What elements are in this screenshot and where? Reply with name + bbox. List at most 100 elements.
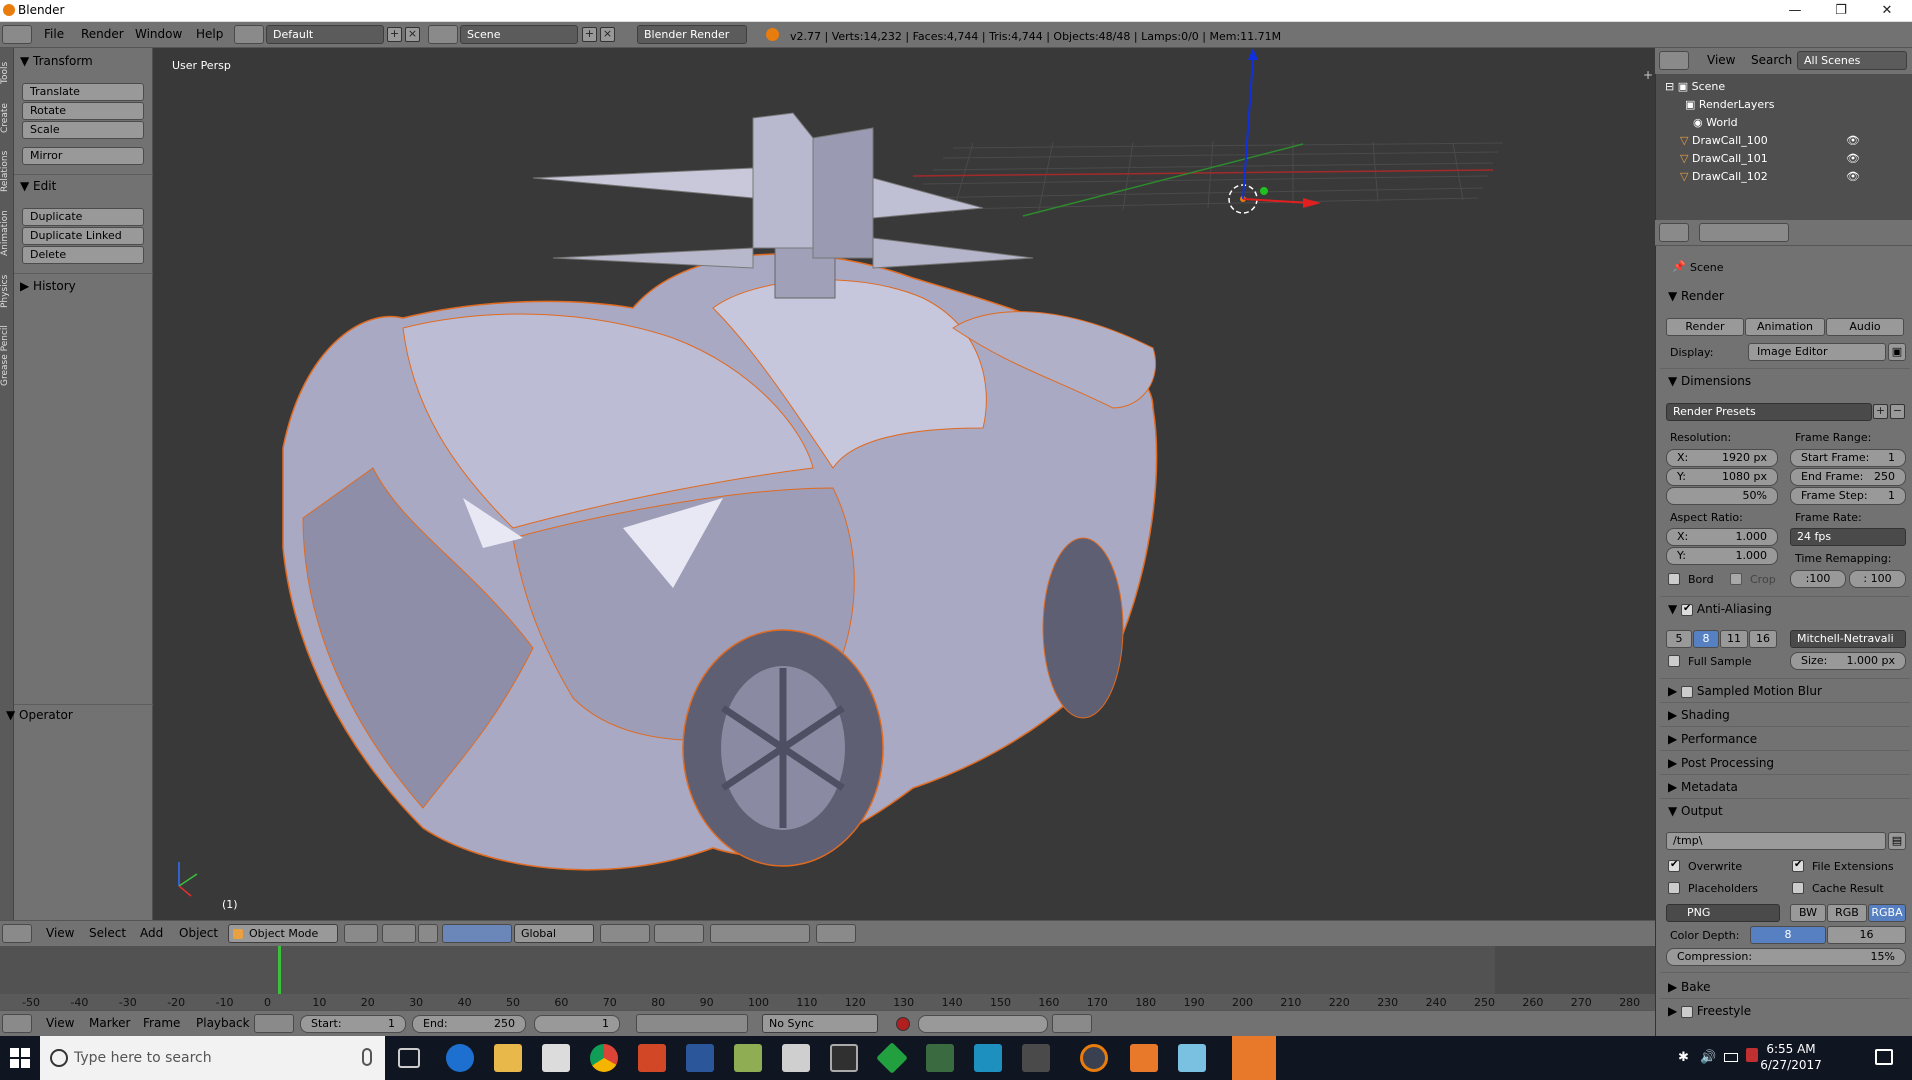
editor-type-3d-icon[interactable] <box>2 924 32 943</box>
transform-panel-header[interactable]: ▼ Transform <box>20 54 93 68</box>
keyframe-insert-icon[interactable] <box>1052 1014 1092 1033</box>
browse-folder-icon[interactable]: ▤ <box>1888 832 1906 850</box>
tab-relations[interactable]: Relations <box>0 144 14 198</box>
cache-result-checkbox[interactable] <box>1792 882 1804 894</box>
app-icon-4[interactable] <box>926 1044 954 1072</box>
remove-preset-icon[interactable]: − <box>1890 404 1905 419</box>
remove-scene-icon[interactable]: × <box>600 27 615 42</box>
menu-render[interactable]: Render <box>81 27 124 41</box>
file-format-select[interactable]: PNG <box>1666 904 1780 922</box>
taskbar-clock[interactable]: 6:55 AM 6/27/2017 <box>1756 1041 1826 1073</box>
remap-new-field[interactable]: : 100 <box>1849 570 1906 588</box>
close-icon[interactable]: ✕ <box>1864 0 1910 22</box>
editor-type-properties-icon[interactable] <box>1659 223 1689 242</box>
visibility-eye-icon[interactable]: 👁 <box>1846 168 1860 186</box>
app-icon-7[interactable] <box>1130 1044 1158 1072</box>
volume-icon[interactable]: 🔊 <box>1700 1050 1716 1065</box>
color-rgb-button[interactable]: RGB <box>1827 904 1867 922</box>
outliner-item-scene[interactable]: ⊟ ▣ Scene <box>1665 78 1910 96</box>
windows-start-icon[interactable] <box>10 1048 30 1068</box>
app-icon-8[interactable] <box>1178 1044 1206 1072</box>
outliner-item-drawcall-102[interactable]: ▽ DrawCall_102 👁 <box>1680 168 1912 186</box>
operator-panel-header[interactable]: ▼ Operator <box>6 708 73 722</box>
crop-checkbox[interactable] <box>1730 573 1742 585</box>
overwrite-checkbox[interactable] <box>1668 859 1680 872</box>
app-icon-6[interactable] <box>1022 1044 1050 1072</box>
outliner-filter-select[interactable]: All Scenes <box>1797 51 1907 70</box>
visibility-eye-icon[interactable]: 👁 <box>1846 132 1860 150</box>
editor-type-timeline-icon[interactable] <box>2 1014 32 1033</box>
color-depth-8[interactable]: 8 <box>1750 926 1826 944</box>
tab-physics[interactable]: Physics <box>0 268 14 314</box>
duplicate-linked-button[interactable]: Duplicate Linked <box>22 227 144 245</box>
pivot-point-icon[interactable] <box>382 924 416 943</box>
3d-viewport[interactable]: + <box>153 48 1655 920</box>
add-preset-icon[interactable]: + <box>1873 404 1888 419</box>
tab-create[interactable]: Create <box>0 96 14 140</box>
app-icon[interactable] <box>782 1044 810 1072</box>
scene-icon[interactable] <box>428 25 458 44</box>
frame-step-prop[interactable]: Frame Step: 1 <box>1790 487 1906 505</box>
color-rgba-button[interactable]: RGBA <box>1868 904 1906 922</box>
file-extensions-checkbox[interactable] <box>1792 859 1804 872</box>
layer-buttons-2-icon[interactable] <box>654 924 704 943</box>
chrome-icon[interactable] <box>590 1044 618 1072</box>
layer-buttons-icon[interactable] <box>600 924 650 943</box>
expand-properties-icon[interactable]: + <box>1643 68 1653 82</box>
menu-view[interactable]: View <box>46 926 74 940</box>
bluetooth-icon[interactable]: ✱ <box>1678 1050 1689 1065</box>
keying-set-field[interactable] <box>918 1015 1048 1033</box>
snap-tools-icon[interactable] <box>710 924 810 943</box>
output-path-field[interactable]: /tmp\ <box>1666 832 1886 850</box>
remap-old-field[interactable]: :100 <box>1790 570 1846 588</box>
outliner-item-world[interactable]: ◉ World <box>1693 114 1912 132</box>
freestyle-panel-header[interactable]: ▶ Freestyle <box>1668 1004 1751 1018</box>
taskbar-search-input[interactable]: Type here to search <box>40 1036 385 1080</box>
context-tabs-icons[interactable] <box>1699 223 1789 242</box>
outliner-item-drawcall-100[interactable]: ▽ DrawCall_100 👁 <box>1680 132 1912 150</box>
restore-icon[interactable]: ❐ <box>1818 0 1864 22</box>
resolution-percent-field[interactable]: 50% <box>1666 487 1778 505</box>
render-engine-select[interactable]: Blender Render <box>637 25 747 44</box>
border-checkbox[interactable] <box>1668 573 1680 585</box>
placeholders-checkbox[interactable] <box>1668 882 1680 894</box>
start-frame-prop[interactable]: Start Frame: 1 <box>1790 449 1906 467</box>
compression-slider[interactable]: Compression: 15% <box>1666 948 1906 966</box>
translate-button[interactable]: Translate <box>22 83 144 101</box>
app-icon-5[interactable] <box>974 1044 1002 1072</box>
file-explorer-icon[interactable] <box>494 1044 522 1072</box>
start-frame-field[interactable]: Start: 1 <box>300 1015 406 1033</box>
outliner-item-drawcall-101[interactable]: ▽ DrawCall_101 👁 <box>1680 150 1912 168</box>
resolution-y-field[interactable]: Y: 1080 px <box>1666 468 1778 486</box>
color-depth-16[interactable]: 16 <box>1827 926 1906 944</box>
aspect-x-field[interactable]: X: 1.000 <box>1666 528 1778 546</box>
menu-file[interactable]: File <box>44 27 64 41</box>
screen-layout-icon[interactable] <box>234 25 264 44</box>
aspect-y-field[interactable]: Y: 1.000 <box>1666 547 1778 565</box>
shading-panel-header[interactable]: ▶ Shading <box>1668 708 1730 722</box>
visibility-eye-icon[interactable]: 👁 <box>1846 150 1860 168</box>
delete-button[interactable]: Delete <box>22 246 144 264</box>
metadata-panel-header[interactable]: ▶ Metadata <box>1668 780 1738 794</box>
z-gizmo-arrow[interactable] <box>1242 57 1254 200</box>
current-frame-field[interactable]: 1 <box>534 1015 620 1033</box>
motion-blur-checkbox[interactable] <box>1681 685 1694 698</box>
orientation-select[interactable]: Global <box>514 924 594 943</box>
mirror-button[interactable]: Mirror <box>22 147 144 165</box>
anti-aliasing-panel-header[interactable]: ▼ Anti-Aliasing <box>1668 602 1772 616</box>
car-model[interactable] <box>282 112 1158 871</box>
layout-select[interactable]: Default <box>266 25 384 44</box>
edit-panel-header[interactable]: ▼ Edit <box>20 179 56 193</box>
viewport-shading-icon[interactable] <box>344 924 378 943</box>
menu-window[interactable]: Window <box>135 27 182 41</box>
display-select[interactable]: Image Editor <box>1748 343 1886 361</box>
minimize-icon[interactable]: — <box>1772 0 1818 22</box>
duplicate-button[interactable]: Duplicate <box>22 208 144 226</box>
store-icon[interactable] <box>542 1044 570 1072</box>
scale-button[interactable]: Scale <box>22 121 144 139</box>
remove-layout-icon[interactable]: × <box>405 27 420 42</box>
lock-interface-icon[interactable]: ▣ <box>1888 343 1906 361</box>
menu-add[interactable]: Add <box>140 926 163 940</box>
edge-icon[interactable] <box>446 1044 474 1072</box>
sampled-motion-blur-header[interactable]: ▶ Sampled Motion Blur <box>1668 684 1822 698</box>
